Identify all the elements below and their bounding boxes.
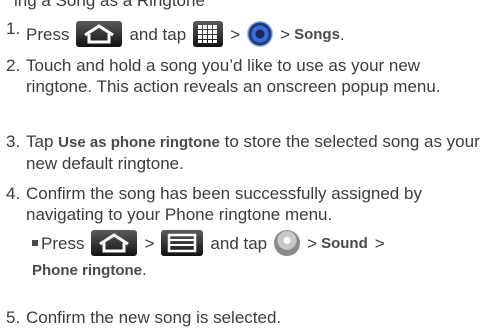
menu-label-songs: Songs [294, 25, 340, 43]
step-text: and tap [129, 24, 187, 44]
step-number: 4. [6, 184, 21, 203]
music-player-icon [247, 21, 274, 47]
menu-icon [161, 230, 204, 256]
step-text-pre: Tap [26, 132, 54, 151]
separator: > [144, 233, 155, 253]
settings-icon [274, 230, 301, 256]
step-number: 1. [6, 19, 21, 38]
step-text: Press [41, 233, 85, 253]
menu-label-phone-ringtone: Phone ringtone [32, 262, 142, 279]
step-number: 2. [6, 56, 21, 75]
bullet [32, 240, 38, 246]
step-text: Press [26, 24, 70, 44]
step-text: Confirm the song has been successfully a… [26, 184, 422, 224]
separator: > [307, 233, 318, 253]
step-text: Confirm the new song is selected. [26, 308, 282, 327]
period: . [142, 260, 147, 279]
step-1-line: Press and tap > > Songs . [26, 18, 481, 50]
step-text: Tap Use as phone ringtone to store the s… [26, 131, 481, 174]
step-4-subline: Press > and tap > Sound > [32, 227, 481, 259]
section-heading-fragment: ing a Song as a Ringtone [14, 0, 205, 10]
step-text: and tap [210, 233, 268, 253]
home-icon [91, 230, 138, 256]
step-text: Touch and hold a song you’d like to use … [26, 56, 441, 96]
apps-grid-icon [193, 21, 224, 47]
separator: > [374, 233, 385, 253]
step-4-subline-2: Phone ringtone. [32, 259, 481, 281]
home-icon [76, 21, 123, 47]
period: . [339, 24, 345, 44]
separator: > [280, 24, 291, 44]
step-number: 5. [6, 308, 21, 327]
separator: > [230, 24, 241, 44]
step-number: 3. [6, 132, 21, 151]
menu-label-sound: Sound [321, 234, 368, 252]
option-label: Use as phone ringtone [58, 134, 220, 151]
